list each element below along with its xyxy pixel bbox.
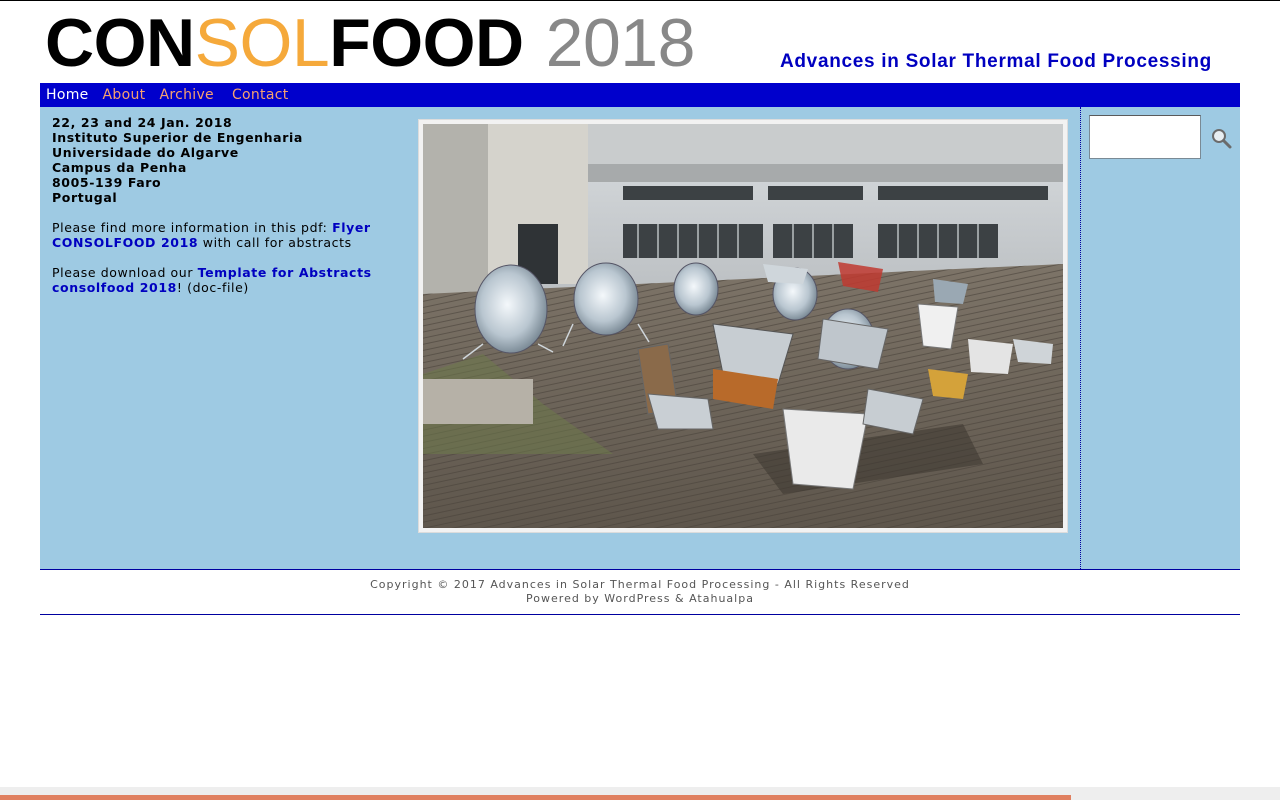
search-input[interactable] [1089,115,1201,159]
photo-frame [418,119,1068,533]
address-line: Portugal [52,190,118,205]
site-logo[interactable]: CONSOLFOOD 2018 [45,5,695,81]
solar-cookers-photo [423,124,1063,528]
address-line: Universidade do Algarve [52,145,239,160]
template-paragraph: Please download our Template for Abstrac… [52,265,382,295]
nav-contact[interactable]: Contact [228,87,293,103]
logo-part-con: CON [45,5,195,81]
logo-part-year: 2018 [545,5,696,81]
sidebar-divider [1080,107,1081,569]
site-header: CONSOLFOOD 2018 Advances in Solar Thermal… [40,1,1240,83]
horizontal-scrollbar-thumb[interactable] [0,795,1071,800]
site-footer: Copyright © 2017 Advances in Solar Therm… [40,570,1240,615]
nav-archive[interactable]: Archive [155,87,217,103]
magnifier-icon[interactable] [1210,127,1234,151]
flyer-suffix: with call for abstracts [198,235,352,250]
address-line: Campus da Penha [52,160,187,175]
site-tagline: Advances in Solar Thermal Food Processin… [779,51,1212,72]
event-dates: 22, 23 and 24 Jan. 2018 [52,115,233,130]
copyright-text: Copyright © 2017 Advances in Solar Therm… [370,578,910,591]
main-navigation: Home About Archive Contact [40,83,1240,107]
address-line: 8005-139 Faro [52,175,162,190]
powered-by-text: Powered by WordPress & Atahualpa [526,592,754,605]
logo-part-sol: SOL [194,5,330,81]
template-text: Please download our [52,265,198,280]
logo-part-food: FOOD [329,5,524,81]
nav-about[interactable]: About [99,87,150,103]
template-suffix: ! (doc-file) [176,280,249,295]
nav-home[interactable]: Home [42,87,93,103]
flyer-text: Please find more information in this pdf… [52,220,333,235]
event-info: 22, 23 and 24 Jan. 2018 Instituto Superi… [52,115,382,295]
address-line: Instituto Superior de Engenharia [52,130,303,145]
flyer-paragraph: Please find more information in this pdf… [52,220,382,250]
event-address: 22, 23 and 24 Jan. 2018 Instituto Superi… [52,115,382,205]
main-content: 22, 23 and 24 Jan. 2018 Instituto Superi… [40,107,1240,570]
